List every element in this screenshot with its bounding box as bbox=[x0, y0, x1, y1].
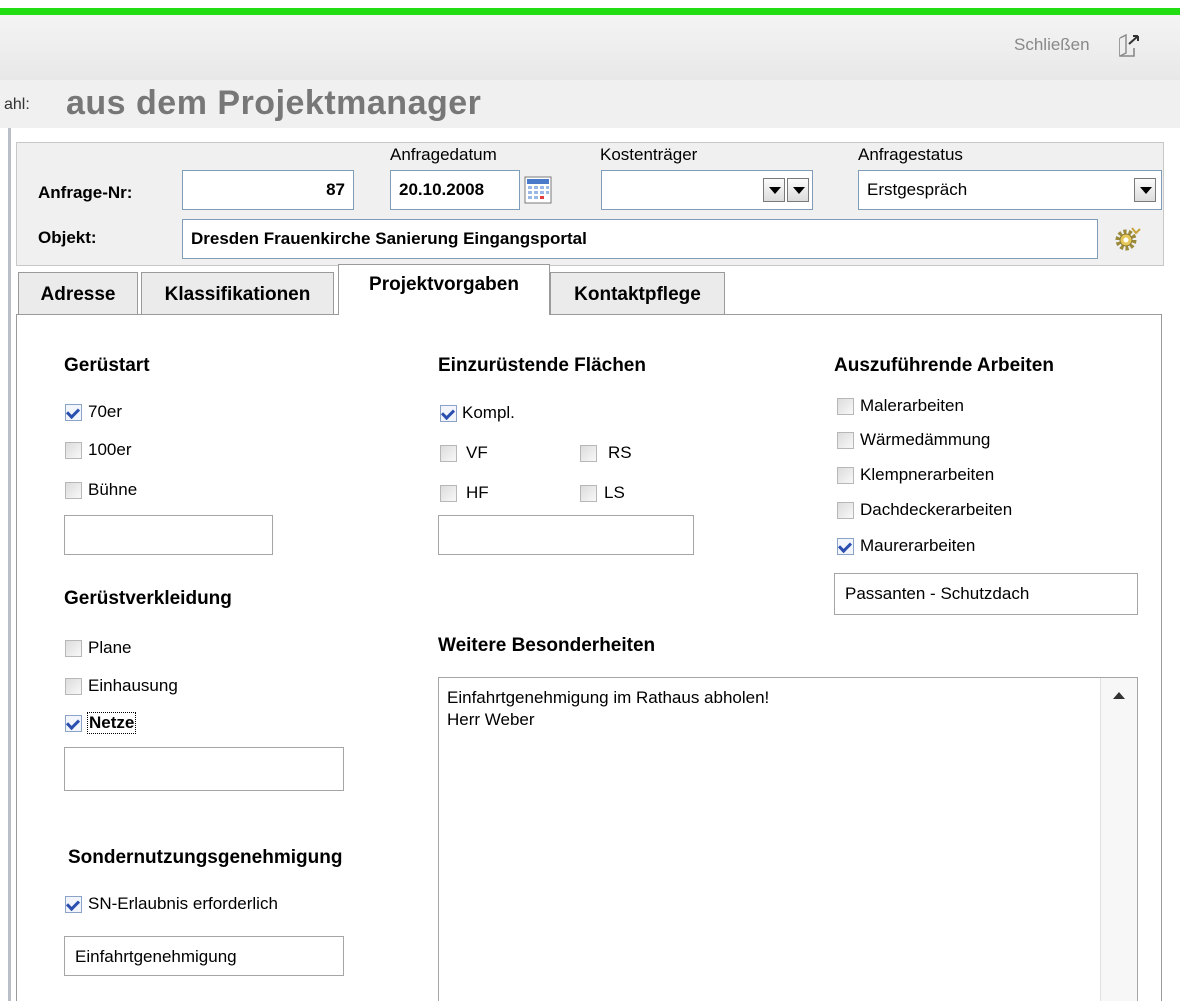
checkbox-dachdeckerarbeiten[interactable] bbox=[837, 502, 854, 519]
checkbox-einhausung[interactable] bbox=[65, 678, 82, 695]
checkbox-kompl[interactable] bbox=[440, 405, 457, 422]
tab-adresse[interactable]: Adresse bbox=[18, 272, 138, 314]
scroll-up-arrow-icon[interactable] bbox=[1113, 692, 1125, 699]
checkbox-label-ls: LS bbox=[604, 483, 625, 502]
exit-icon[interactable] bbox=[1116, 32, 1142, 58]
left-border bbox=[8, 128, 11, 1001]
checkbox-vf[interactable] bbox=[440, 445, 457, 462]
title-prefix: ahl: bbox=[4, 96, 30, 113]
checkbox-label-waermedaemmung: Wärmedämmung bbox=[860, 430, 991, 449]
checkbox-label-vf: VF bbox=[466, 443, 488, 462]
checkbox-label-einhausung: Einhausung bbox=[88, 676, 178, 695]
checkbox-klempnerarbeiten[interactable] bbox=[837, 467, 854, 484]
textarea-line: Einfahrtgenehmigung im Rathaus abholen! bbox=[447, 688, 770, 707]
checkbox-malerarbeiten[interactable] bbox=[837, 398, 854, 415]
geruestart-title: Gerüstart bbox=[64, 355, 150, 376]
checkbox-hf[interactable] bbox=[440, 485, 457, 502]
accent-bar bbox=[0, 8, 1180, 15]
objekt-label: Objekt: bbox=[38, 228, 97, 247]
checkbox-sn-erlaubnis[interactable] bbox=[65, 896, 82, 913]
kostentraeger-second-dropdown-button[interactable] bbox=[787, 178, 809, 202]
checkbox-label-sn-erlaubnis: SN-Erlaubnis erforderlich bbox=[88, 894, 278, 913]
anfragestatus-label: Anfragestatus bbox=[858, 145, 963, 164]
arbeiten-title: Auszuführende Arbeiten bbox=[834, 355, 1054, 376]
checkbox-waermedaemmung[interactable] bbox=[837, 432, 854, 449]
checkbox-label-netze: Netze bbox=[87, 712, 137, 734]
sondernutzung-text-field[interactable]: Einfahrtgenehmigung bbox=[64, 936, 344, 976]
checkbox-label-hf: HF bbox=[466, 483, 489, 502]
anfragedatum-field[interactable]: 20.10.2008 bbox=[390, 170, 520, 210]
calendar-icon[interactable] bbox=[524, 176, 552, 204]
close-button[interactable]: Schließen bbox=[1014, 35, 1090, 55]
checkbox-maurerarbeiten[interactable] bbox=[837, 538, 854, 555]
checkbox-netze[interactable] bbox=[65, 715, 82, 732]
checkbox-label-malerarbeiten: Malerarbeiten bbox=[860, 396, 964, 415]
checkbox-label-kompl: Kompl. bbox=[462, 403, 515, 422]
geruestverkleidung-title: Gerüstverkleidung bbox=[64, 588, 232, 609]
anfrage-nr-field[interactable]: 87 bbox=[182, 170, 354, 210]
checkbox-label-maurerarbeiten: Maurerarbeiten bbox=[860, 536, 976, 555]
checkbox-label-100er: 100er bbox=[88, 440, 132, 459]
checkbox-buehne[interactable] bbox=[65, 482, 82, 499]
checkbox-rs[interactable] bbox=[580, 445, 597, 462]
checkbox-plane[interactable] bbox=[65, 640, 82, 657]
checkbox-ls[interactable] bbox=[580, 485, 597, 502]
flaechen-title: Einzurüstende Flächen bbox=[438, 355, 646, 376]
textarea-line: Herr Weber bbox=[447, 710, 535, 729]
checkbox-70er[interactable] bbox=[65, 404, 82, 421]
flaechen-text-field[interactable] bbox=[438, 515, 694, 555]
page-title: aus dem Projektmanager bbox=[66, 84, 482, 122]
toolbar bbox=[0, 15, 1180, 81]
besonderheiten-textarea[interactable]: Einfahrtgenehmigung im Rathaus abholen! … bbox=[438, 677, 1138, 1001]
checkbox-label-plane: Plane bbox=[88, 638, 132, 657]
settings-gear-icon[interactable] bbox=[1112, 224, 1144, 254]
kostentraeger-dropdown-button[interactable] bbox=[763, 178, 785, 202]
geruestverkleidung-text-field[interactable] bbox=[64, 747, 344, 791]
tab-projektvorgaben[interactable]: Projektvorgaben bbox=[338, 264, 550, 315]
tab-kontaktpflege[interactable]: Kontaktpflege bbox=[550, 272, 725, 314]
kostentraeger-label: Kostenträger bbox=[600, 145, 698, 164]
checkbox-100er[interactable] bbox=[65, 442, 82, 459]
tab-klassifikationen[interactable]: Klassifikationen bbox=[141, 272, 334, 314]
anfragestatus-select[interactable]: Erstgespräch bbox=[858, 170, 1162, 210]
anfragedatum-label: Anfragedatum bbox=[390, 145, 497, 164]
objekt-field[interactable]: Dresden Frauenkirche Sanierung Eingangsp… bbox=[182, 219, 1098, 259]
checkbox-label-dachdeckerarbeiten: Dachdeckerarbeiten bbox=[860, 500, 1013, 519]
checkbox-label-70er: 70er bbox=[88, 402, 123, 421]
arbeiten-text-field[interactable]: Passanten - Schutzdach bbox=[834, 573, 1138, 615]
geruestart-text-field[interactable] bbox=[64, 515, 273, 555]
textarea-scrollbar[interactable] bbox=[1100, 678, 1137, 1001]
anfrage-nr-label: Anfrage-Nr: bbox=[38, 183, 133, 202]
anfragestatus-dropdown-button[interactable] bbox=[1134, 178, 1156, 202]
sondernutzung-title: Sondernutzungsgenehmigung bbox=[68, 847, 343, 868]
besonderheiten-title: Weitere Besonderheiten bbox=[438, 635, 656, 656]
checkbox-label-rs: RS bbox=[608, 443, 632, 462]
checkbox-label-buehne: Bühne bbox=[88, 480, 138, 499]
checkbox-label-klempnerarbeiten: Klempnerarbeiten bbox=[860, 465, 995, 484]
